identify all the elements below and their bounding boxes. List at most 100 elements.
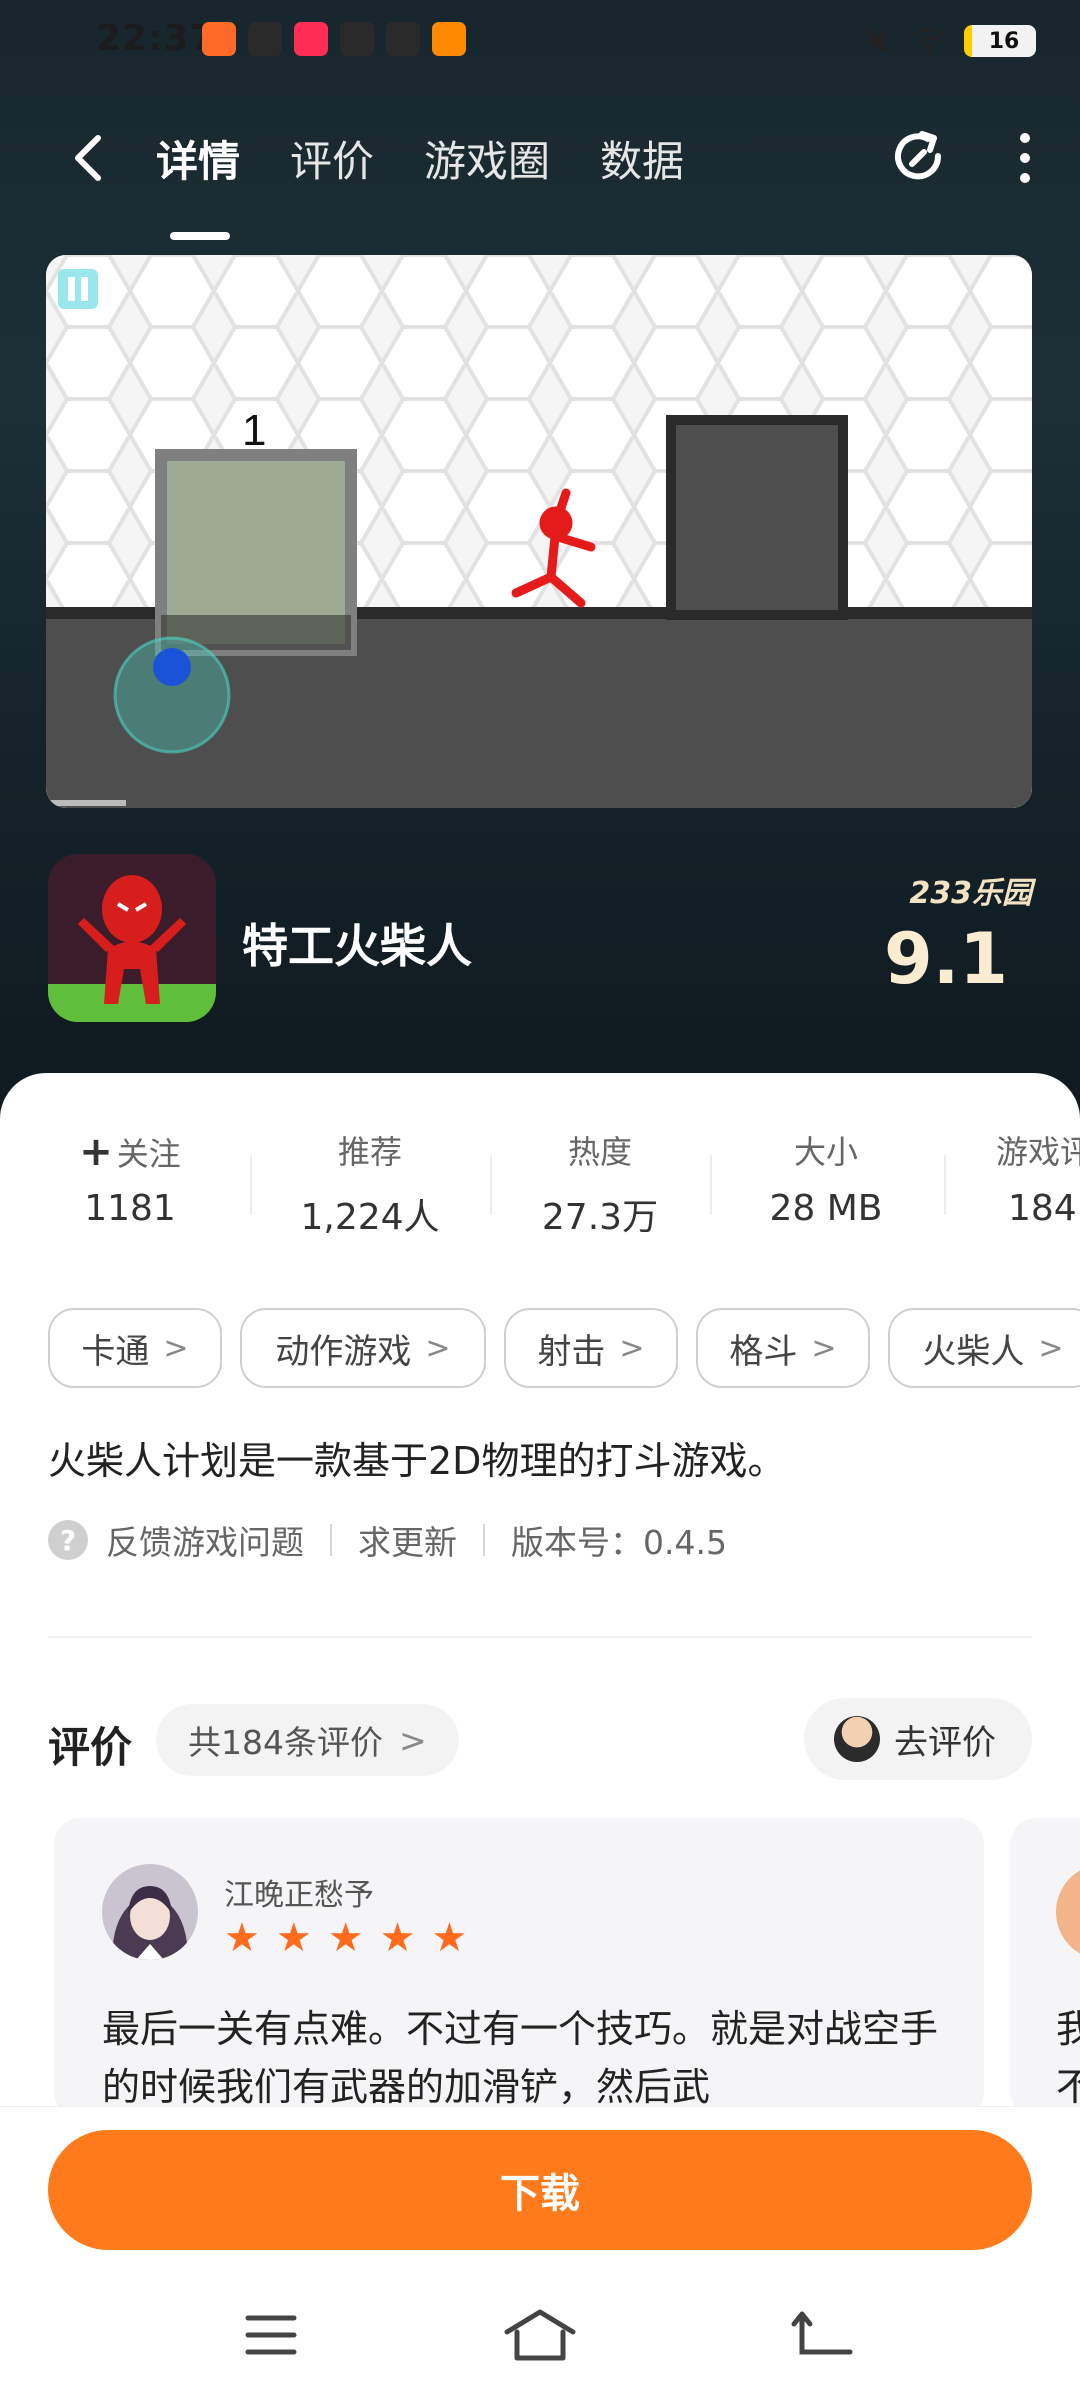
version-text: 版本号：0.4.5	[511, 1523, 727, 1562]
notification-icons	[202, 22, 466, 56]
status-bar: 22:37 16	[0, 0, 1080, 86]
tag-list: 卡通 > 动作游戏 > 射击 > 格斗 > 火柴人 >	[48, 1308, 1080, 1392]
app-icon-large	[48, 854, 216, 1022]
star-icon: ★	[379, 1915, 416, 1961]
chevron-right-icon: >	[163, 1330, 189, 1366]
system-nav-bar	[0, 2290, 1080, 2380]
tag-chip[interactable]: 动作游戏 >	[240, 1308, 486, 1388]
tab-details[interactable]: 详情	[156, 128, 240, 240]
stat-label: 大小	[793, 1133, 858, 1171]
tag-chip[interactable]: 卡通 >	[48, 1308, 222, 1388]
stats-row: + 关注 1181 推荐 1,224人 热度 27.3万 大小 28 MB 游戏评…	[0, 1128, 1080, 1238]
star-icon: ★	[224, 1915, 260, 1961]
platform	[666, 415, 848, 620]
feedback-link[interactable]: 反馈游戏问题	[106, 1516, 304, 1564]
chevron-right-icon: >	[399, 1720, 427, 1760]
divider	[490, 1155, 492, 1215]
app-shop-icon	[294, 22, 328, 56]
sim-icon	[340, 22, 374, 56]
tag-chip[interactable]: 格斗 >	[696, 1308, 870, 1388]
battery-indicator: 16	[964, 25, 1036, 57]
question-icon: ?	[48, 1520, 88, 1560]
download-button[interactable]: 下载	[48, 2130, 1032, 2250]
stat-follow[interactable]: + 关注 1181	[30, 1128, 230, 1229]
chevron-right-icon: >	[1038, 1330, 1064, 1366]
review-text: 最后一关有点难。不过有一个技巧。就是对战空手的时候我们有武器的加滑铲，然后武	[102, 2007, 939, 2109]
joystick-knob[interactable]	[153, 648, 191, 686]
chevron-right-icon: >	[619, 1330, 645, 1366]
reviewer-name: 江晚正愁予	[224, 1878, 374, 1913]
stat-value: 1,224人	[300, 1197, 440, 1238]
meta-row: ? 反馈游戏问题 求更新 版本号：0.4.5	[48, 1516, 727, 1564]
review-count-label: 共184条评价	[188, 1723, 383, 1762]
request-update-link[interactable]: 求更新	[358, 1516, 457, 1564]
mute-icon	[864, 26, 894, 56]
game-description: 火柴人计划是一款基于2D物理的打斗游戏。	[48, 1439, 786, 1483]
tag-label: 动作游戏	[275, 1331, 412, 1372]
write-review-button[interactable]: 去评价	[804, 1698, 1032, 1780]
stat-value: 27.3万	[541, 1197, 659, 1238]
app-name: 特工火柴人	[242, 919, 472, 973]
divider	[944, 1155, 946, 1215]
share-icon[interactable]	[888, 126, 952, 190]
stat-label: 关注	[116, 1135, 181, 1173]
reviewer-avatar	[102, 1864, 198, 1960]
write-review-label: 去评价	[894, 1722, 996, 1763]
stat-value: 1181	[84, 1188, 176, 1229]
video-app-icon	[432, 22, 466, 56]
star-icon: ★	[275, 1915, 312, 1961]
tag-chip[interactable]: 火柴人 >	[888, 1308, 1080, 1388]
stat-label: 热度	[567, 1133, 632, 1171]
star-icon: ★	[327, 1915, 364, 1961]
status-time: 22:37	[96, 18, 216, 59]
stat-reviews[interactable]: 游戏评 184	[960, 1128, 1080, 1229]
chevron-right-icon: >	[425, 1330, 451, 1366]
stat-label: 推荐	[337, 1133, 402, 1171]
tag-label: 格斗	[729, 1331, 798, 1372]
review-count-button[interactable]: 共184条评价 >	[156, 1704, 459, 1776]
back-icon[interactable]	[60, 128, 120, 188]
chevron-right-icon: >	[811, 1330, 837, 1366]
stat-label: 游戏评	[996, 1133, 1080, 1171]
tab-data[interactable]: 数据	[600, 128, 684, 189]
stat-popularity: 热度 27.3万	[500, 1128, 700, 1240]
tag-chip[interactable]: 射击 >	[504, 1308, 678, 1388]
review-card[interactable]: 江晚正愁予 ★ ★ ★ ★ ★ 最后一关有点难。不过有一个技巧。就是对战空手的时…	[54, 1818, 984, 2118]
home-icon[interactable]	[495, 2290, 585, 2380]
stat-recommend: 推荐 1,224人	[270, 1128, 470, 1240]
stat-size: 大小 28 MB	[726, 1128, 926, 1229]
section-divider	[48, 1636, 1032, 1638]
game-screenshot[interactable]: 1	[46, 255, 1032, 808]
user-avatar	[834, 1716, 880, 1762]
tag-label: 卡通	[81, 1331, 150, 1372]
tag-label: 射击	[537, 1331, 606, 1372]
tab-bar: 详情 评价 游戏圈 数据	[156, 128, 684, 240]
divider	[710, 1155, 712, 1215]
tab-reviews[interactable]: 评价	[290, 128, 374, 189]
app-233-icon	[202, 22, 236, 56]
tab-game-circle[interactable]: 游戏圈	[424, 128, 550, 189]
wifi-icon	[913, 28, 947, 56]
star-rating: ★ ★ ★ ★ ★	[224, 1918, 467, 1958]
divider	[250, 1155, 252, 1215]
stat-value: 184	[1008, 1188, 1077, 1229]
reviewer-avatar	[1056, 1864, 1080, 1960]
tag-label: 火柴人	[922, 1331, 1025, 1372]
sim-icon	[386, 22, 420, 56]
top-nav: 详情 评价 游戏圈 数据	[0, 110, 1080, 240]
back-nav-icon[interactable]	[780, 2290, 870, 2380]
stat-value: 28 MB	[769, 1188, 883, 1229]
pause-icon[interactable]	[58, 269, 98, 309]
platform-brand: 233乐园	[909, 876, 1032, 911]
app-icon	[248, 22, 282, 56]
divider	[330, 1524, 332, 1556]
divider	[483, 1524, 485, 1556]
reviews-title: 评价	[48, 1723, 133, 1772]
menu-icon[interactable]	[226, 2290, 316, 2380]
review-text: 我不	[1056, 2007, 1080, 2109]
rating-score: 9.1	[883, 918, 1008, 1000]
more-options-icon[interactable]	[1010, 128, 1040, 188]
star-icon: ★	[431, 1915, 468, 1961]
review-card-next[interactable]: 我不	[1010, 1818, 1080, 2118]
level-number: 1	[242, 406, 266, 455]
